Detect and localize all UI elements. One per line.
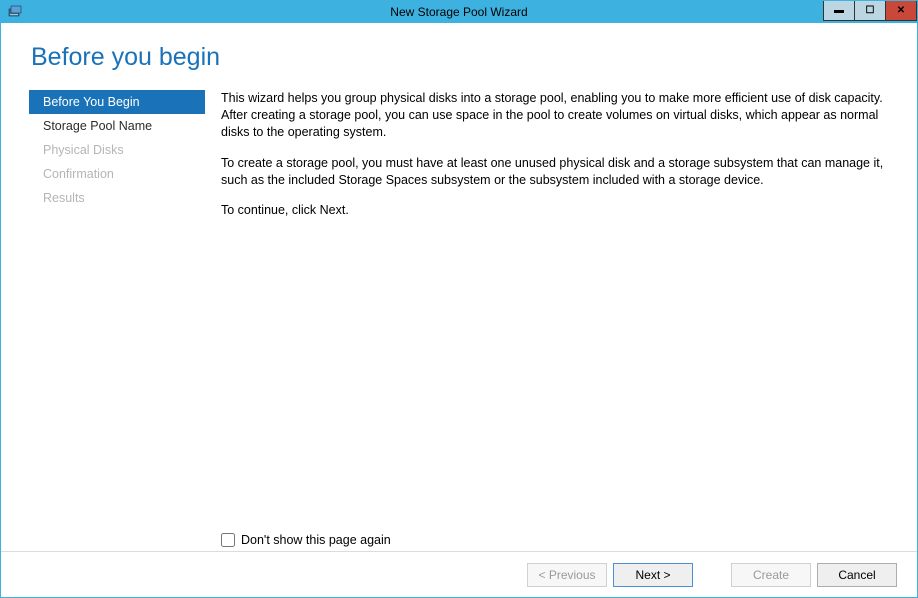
- intro-paragraph-1: This wizard helps you group physical dis…: [221, 90, 901, 141]
- window-title: New Storage Pool Wizard: [1, 5, 917, 19]
- minimize-button[interactable]: ▬: [823, 1, 855, 21]
- dont-show-again-row[interactable]: Don't show this page again: [221, 533, 901, 547]
- page-heading: Before you begin: [31, 43, 917, 72]
- step-confirmation: Confirmation: [29, 162, 205, 186]
- spacer: [221, 233, 901, 527]
- main-pane: This wizard helps you group physical dis…: [205, 90, 901, 551]
- body-row: Before You Begin Storage Pool Name Physi…: [1, 90, 917, 551]
- content-area: Before you begin Before You Begin Storag…: [1, 23, 917, 597]
- minimize-icon: ▬: [834, 6, 844, 16]
- next-button[interactable]: Next >: [613, 563, 693, 587]
- window-controls: ▬ ☐ ✕: [824, 1, 917, 21]
- step-physical-disks: Physical Disks: [29, 138, 205, 162]
- maximize-button[interactable]: ☐: [854, 1, 886, 21]
- previous-button: < Previous: [527, 563, 607, 587]
- intro-paragraph-2: To create a storage pool, you must have …: [221, 155, 901, 189]
- wizard-steps-sidebar: Before You Begin Storage Pool Name Physi…: [29, 90, 205, 551]
- dont-show-again-label: Don't show this page again: [241, 533, 391, 547]
- step-storage-pool-name[interactable]: Storage Pool Name: [29, 114, 205, 138]
- cancel-button[interactable]: Cancel: [817, 563, 897, 587]
- dont-show-again-checkbox[interactable]: [221, 533, 235, 547]
- maximize-icon: ☐: [866, 6, 875, 16]
- close-button[interactable]: ✕: [885, 1, 917, 21]
- intro-paragraph-3: To continue, click Next.: [221, 202, 901, 219]
- step-before-you-begin[interactable]: Before You Begin: [29, 90, 205, 114]
- create-button: Create: [731, 563, 811, 587]
- close-icon: ✕: [897, 6, 905, 16]
- titlebar: New Storage Pool Wizard ▬ ☐ ✕: [1, 1, 917, 23]
- step-results: Results: [29, 186, 205, 210]
- wizard-footer: < Previous Next > Create Cancel: [1, 551, 917, 597]
- app-icon: [7, 4, 23, 20]
- wizard-window: New Storage Pool Wizard ▬ ☐ ✕ Before you…: [0, 0, 918, 598]
